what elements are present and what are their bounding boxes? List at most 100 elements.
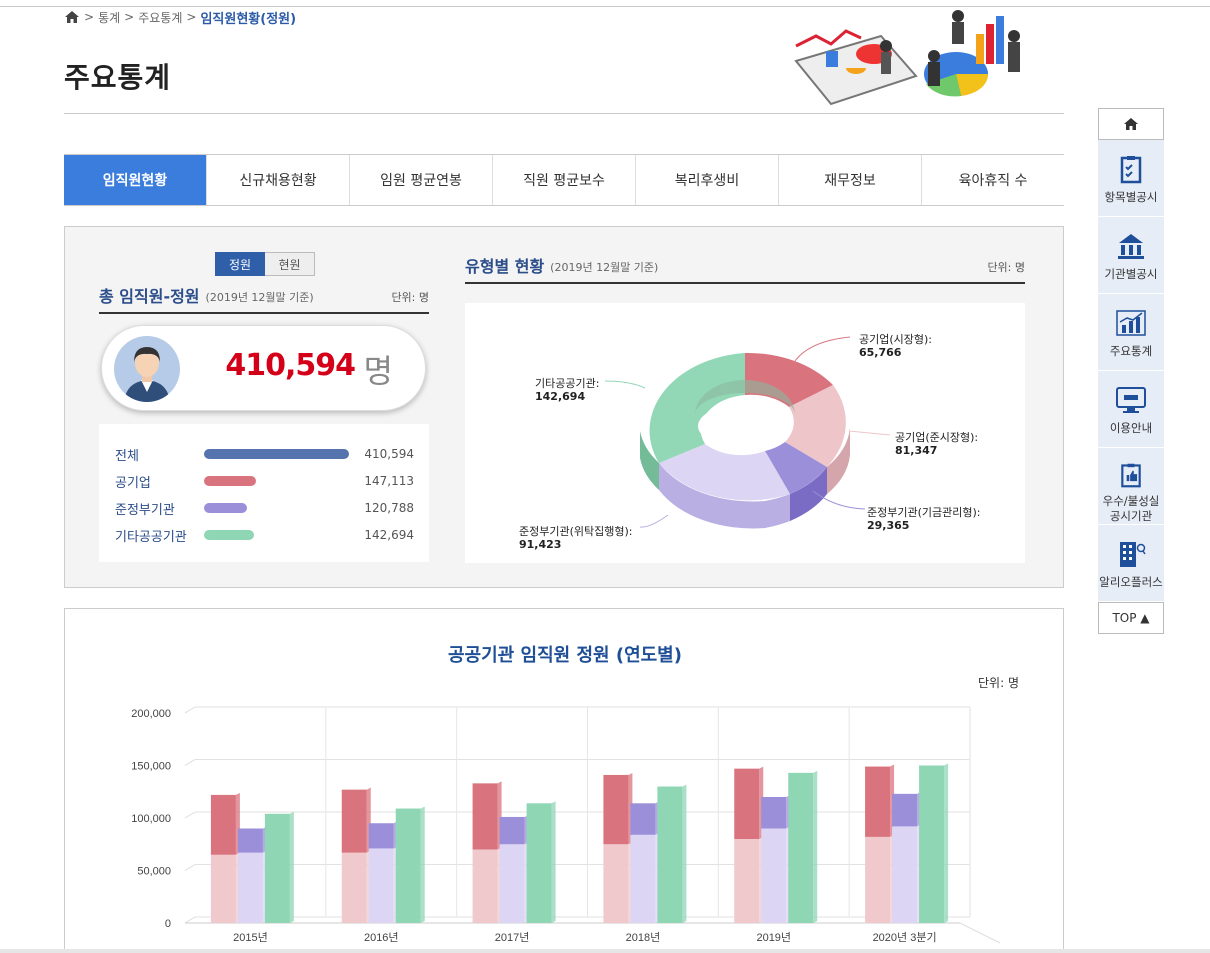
bar-준정부기관-upper <box>499 816 525 845</box>
bar-side <box>420 806 425 923</box>
donut-sub: (2019년 12월말 기준) <box>550 261 659 274</box>
bar-준정부기관-upper <box>630 803 656 835</box>
bar-side <box>289 811 294 923</box>
total-header: 총 임직원-정원 (2019년 12월말 기준) 단위: 명 <box>99 283 429 314</box>
bar-기타공공기관-total <box>788 772 814 923</box>
tab-executive-salary[interactable]: 임원 평균연봉 <box>350 155 493 205</box>
bar-side <box>551 801 556 923</box>
home-icon[interactable] <box>64 10 80 24</box>
legend-row-public-enterprise: 공기업 147,113 <box>99 471 429 491</box>
quick-nav-label: 주요통계 <box>1109 344 1153 358</box>
total-value: 410,594 <box>225 348 356 383</box>
legend-value: 120,788 <box>364 501 414 515</box>
label-value: 91,423 <box>519 538 562 551</box>
bar-공기업-lower <box>603 844 629 923</box>
bar-공기업-lower <box>341 852 367 923</box>
tab-finance[interactable]: 재무정보 <box>779 155 922 205</box>
bar-공기업-upper <box>341 789 367 853</box>
legend-row-total: 전체 410,594 <box>99 444 429 464</box>
quick-nav-item-stats[interactable]: 주요통계 <box>1098 294 1164 371</box>
toggle-current-button[interactable]: 현원 <box>265 252 315 276</box>
bar-공기업-upper <box>603 774 629 845</box>
donut-heading: 유형별 현황 <box>465 257 545 276</box>
bar-준정부기관-lower <box>630 834 656 923</box>
bar-side <box>682 784 687 923</box>
donut-header: 유형별 현황 (2019년 12월말 기준) 단위: 명 <box>465 253 1025 284</box>
y-tick-label: 200,000 <box>131 708 171 720</box>
breadcrumb-item[interactable]: 통계 <box>98 9 120 26</box>
x-tick-label: 2015년 <box>233 931 268 944</box>
total-unit-label: 단위: 명 <box>391 291 429 304</box>
x-tick-label: 2017년 <box>495 931 530 944</box>
quick-nav-label: 알리오플러스 <box>1099 575 1163 589</box>
quick-nav-label: 이용안내 <box>1109 421 1153 435</box>
donut-unit-label: 단위: 명 <box>987 261 1025 274</box>
gridline <box>184 706 196 714</box>
quick-nav-item-items[interactable]: 항목별공시 <box>1098 140 1164 217</box>
gridline <box>184 916 196 924</box>
office-icon <box>1120 542 1146 567</box>
x-tick-label: 2018년 <box>626 931 661 944</box>
y-tick-label: 50,000 <box>137 866 171 878</box>
quick-nav: 항목별공시 기관별공시 주요통계 이용안내 우수/불성실 공시기관 알리오플러스… <box>1098 108 1164 634</box>
legend-value: 142,694 <box>364 528 414 542</box>
scroll-top-button[interactable]: TOP ▲ <box>1098 602 1164 634</box>
quick-nav-label: 기관별공시 <box>1104 267 1158 281</box>
person-icon <box>124 347 170 402</box>
bar-준정부기관-lower <box>237 852 263 923</box>
breadcrumb-current: 임직원현황(정원) <box>200 11 297 27</box>
bar-side <box>813 770 818 923</box>
bar-공기업-upper <box>472 783 498 850</box>
quick-nav-item-alio-plus[interactable]: 알리오플러스 <box>1098 525 1164 602</box>
legend-bar-total <box>204 449 349 459</box>
label-name: 공기업(시장형): <box>859 333 933 346</box>
toggle-quota-button[interactable]: 정원 <box>215 252 265 276</box>
legend-row-other-public: 기타공공기관 142,694 <box>99 525 429 545</box>
bar-기타공공기관-total <box>657 786 683 923</box>
quick-nav-item-institutions[interactable]: 기관별공시 <box>1098 217 1164 294</box>
quick-nav-item-best-worst[interactable]: 우수/불성실 공시기관 <box>1098 448 1164 525</box>
yearly-bar-chart: 0 50,000 100,000 150,000 200,000 2015년 2016년 20… <box>131 706 1001 944</box>
bar-공기업-upper <box>865 766 891 837</box>
tab-parental-leave[interactable]: 육아휴직 수 <box>922 155 1064 205</box>
total-value-unit: 명 <box>363 352 393 390</box>
tab-new-hires[interactable]: 신규채용현황 <box>207 155 350 205</box>
legend-value: 410,594 <box>364 447 414 461</box>
donut-label-quasi-fund: 준정부기관(기금관리형): 29,365 <box>867 506 981 532</box>
donut-label-other: 기타공공기관: 142,694 <box>535 377 599 403</box>
bar-준정부기관-upper <box>892 793 918 827</box>
total-heading: 총 임직원-정원 <box>99 287 200 306</box>
breadcrumb-item[interactable]: 주요통계 <box>138 9 182 26</box>
tab-employee-pay[interactable]: 직원 평균보수 <box>493 155 636 205</box>
tab-employees[interactable]: 임직원현황 <box>64 155 207 205</box>
monitor-icon <box>1116 387 1146 413</box>
y-tick-label: 100,000 <box>131 813 171 825</box>
chart-icon <box>1116 310 1146 336</box>
legend-row-quasi-government: 준정부기관 120,788 <box>99 498 429 518</box>
breadcrumb-sep: > <box>186 10 197 24</box>
bar-준정부기관-upper <box>237 828 263 853</box>
total-card: 410,594 명 <box>101 325 426 411</box>
total-sub: (2019년 12월말 기준) <box>205 291 314 304</box>
x-tick-label: 2019년 <box>756 931 791 944</box>
legend-name: 전체 <box>115 448 139 464</box>
tab-welfare[interactable]: 복리후생비 <box>636 155 779 205</box>
y-tick-label: 0 <box>165 918 171 930</box>
thumbs-up-icon <box>1121 463 1141 488</box>
bar-공기업-upper <box>734 768 760 839</box>
label-name: 준정부기관(위탁집행형): <box>519 525 633 538</box>
legend-name: 준정부기관 <box>115 502 175 518</box>
label-value: 29,365 <box>867 519 910 532</box>
quick-nav-label: 우수/불성실 공시기관 <box>1102 494 1160 523</box>
y-tick-label: 150,000 <box>131 761 171 773</box>
breadcrumb-sep: > <box>124 10 135 24</box>
x-tick-label: 2016년 <box>364 931 399 944</box>
label-name: 공기업(준시장형): <box>895 431 979 444</box>
bar-공기업-upper <box>210 794 236 855</box>
bottom-edge <box>0 949 1210 953</box>
legend-name: 기타공공기관 <box>115 529 187 545</box>
bar-side <box>944 763 949 923</box>
quick-nav-home-button[interactable] <box>1098 108 1164 140</box>
label-name: 준정부기관(기금관리형): <box>867 506 981 519</box>
quick-nav-item-guide[interactable]: 이용안내 <box>1098 371 1164 448</box>
